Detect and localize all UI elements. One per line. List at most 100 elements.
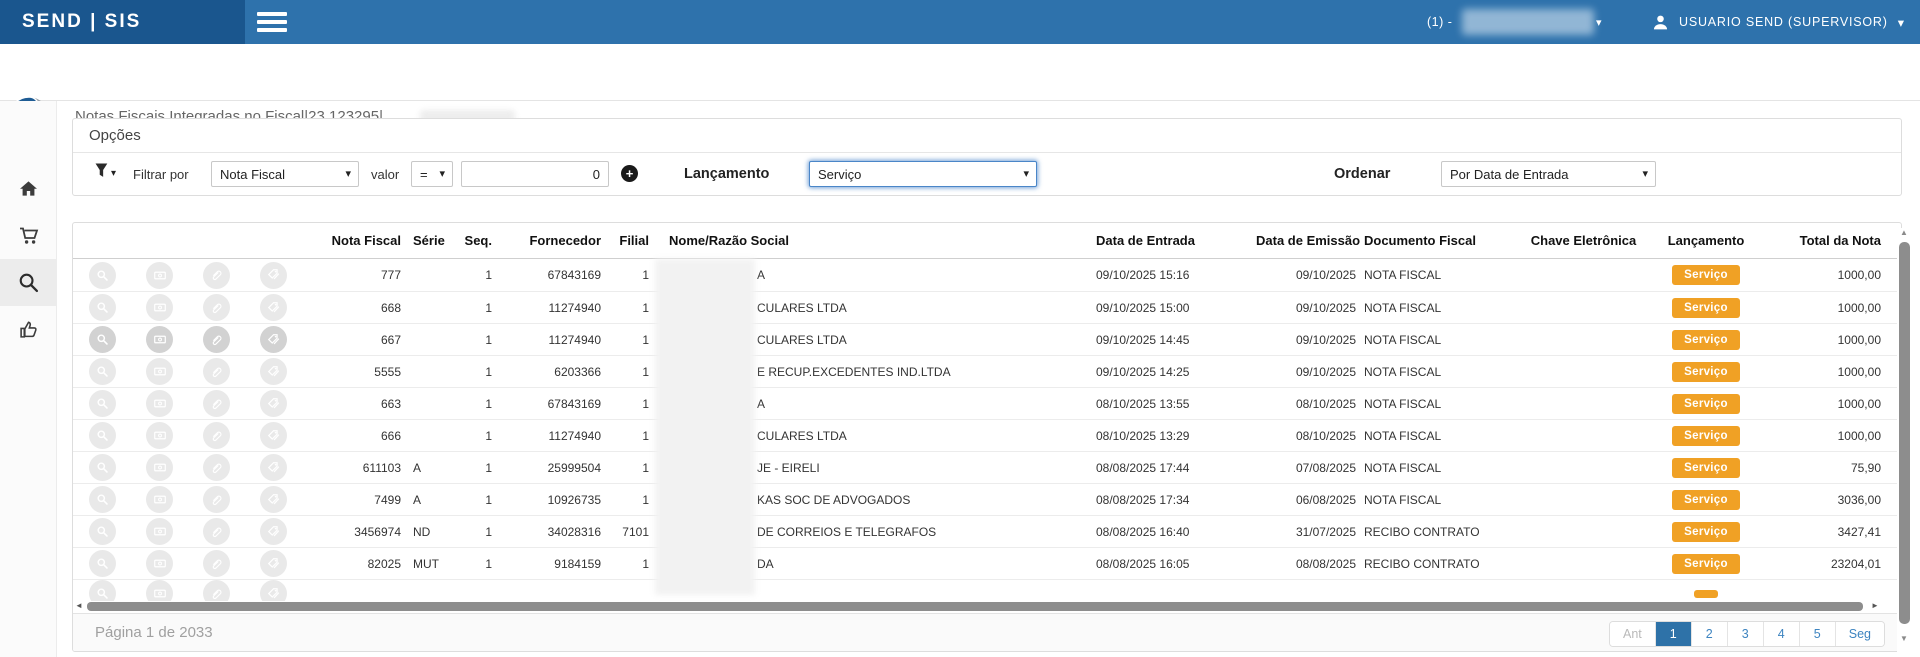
row-tags-icon[interactable] — [260, 390, 287, 417]
lancamento-badge[interactable]: Serviço — [1672, 362, 1740, 382]
add-filter-icon[interactable] — [621, 165, 638, 182]
row-attachment-icon[interactable] — [203, 454, 230, 481]
row-tags-icon[interactable] — [260, 262, 287, 289]
scroll-up-arrow-icon[interactable] — [1900, 228, 1908, 237]
row-attachment-icon[interactable] — [203, 390, 230, 417]
table-row[interactable]: 777 1 67843169 1 A 09/10/2025 15:16 09/1… — [73, 259, 1901, 291]
sidebar-item-cart[interactable] — [0, 212, 57, 259]
vertical-scrollbar-thumb[interactable] — [1899, 242, 1910, 624]
scroll-right-arrow-icon[interactable] — [1871, 601, 1879, 610]
row-attachment-icon[interactable] — [203, 422, 230, 449]
row-tags-icon[interactable] — [260, 358, 287, 385]
hamburger-menu-icon[interactable] — [257, 12, 287, 32]
vertical-scrollbar[interactable] — [1897, 228, 1912, 652]
row-attachment-icon[interactable] — [203, 358, 230, 385]
table-row[interactable]: 3456974 ND 1 34028316 7101 DE CORREIOS E… — [73, 515, 1901, 547]
row-view-icon[interactable] — [89, 550, 116, 577]
row-tags-icon[interactable] — [260, 294, 287, 321]
cell-filial: 1 — [601, 493, 649, 507]
row-view-icon[interactable] — [89, 580, 116, 601]
row-money-icon[interactable] — [146, 518, 173, 545]
row-tags-icon[interactable] — [260, 454, 287, 481]
table-row[interactable]: 663 1 67843169 1 A 08/10/2025 13:55 08/1… — [73, 387, 1901, 419]
table-row-partial[interactable] — [73, 579, 1901, 601]
table-row[interactable]: 611103 A 1 25999504 1 JE - EIRELI 08/08/… — [73, 451, 1901, 483]
sidebar-item-home[interactable] — [0, 165, 57, 212]
lancamento-select[interactable]: Serviço — [809, 161, 1037, 187]
row-tags-icon[interactable] — [260, 326, 287, 353]
row-view-icon[interactable] — [89, 486, 116, 513]
lancamento-badge[interactable]: Serviço — [1672, 330, 1740, 350]
ordenar-select[interactable]: Por Data de Entrada — [1441, 161, 1656, 187]
company-selector[interactable]: (1) - — [1427, 0, 1452, 44]
row-attachment-icon[interactable] — [203, 486, 230, 513]
row-view-icon[interactable] — [89, 294, 116, 321]
row-money-icon[interactable] — [146, 294, 173, 321]
row-tags-icon[interactable] — [260, 518, 287, 545]
filter-field-select[interactable]: Nota Fiscal — [211, 161, 359, 187]
row-view-icon[interactable] — [89, 518, 116, 545]
row-view-icon[interactable] — [89, 326, 116, 353]
row-money-icon[interactable] — [146, 422, 173, 449]
row-attachment-icon[interactable] — [203, 580, 230, 601]
horizontal-scrollbar[interactable] — [73, 601, 1902, 613]
horizontal-scrollbar-thumb[interactable] — [87, 602, 1863, 611]
row-attachment-icon[interactable] — [203, 550, 230, 577]
row-money-icon[interactable] — [146, 550, 173, 577]
filter-menu-button[interactable] — [95, 163, 110, 183]
table-row[interactable]: 5555 1 6203366 1 E RECUP.EXCEDENTES IND.… — [73, 355, 1901, 387]
lancamento-badge[interactable]: Serviço — [1672, 265, 1740, 285]
row-attachment-icon[interactable] — [203, 326, 230, 353]
page-button-5[interactable]: 5 — [1799, 622, 1835, 646]
lancamento-badge[interactable]: Serviço — [1672, 426, 1740, 446]
row-tags-icon[interactable] — [260, 550, 287, 577]
company-prefix: (1) - — [1427, 15, 1452, 29]
page-button-3[interactable]: 3 — [1727, 622, 1763, 646]
row-money-icon[interactable] — [146, 486, 173, 513]
row-view-icon[interactable] — [89, 358, 116, 385]
row-money-icon[interactable] — [146, 390, 173, 417]
lancamento-badge[interactable] — [1694, 590, 1718, 598]
row-money-icon[interactable] — [146, 262, 173, 289]
page-button-2[interactable]: 2 — [1691, 622, 1727, 646]
row-view-icon[interactable] — [89, 422, 116, 449]
row-money-icon[interactable] — [146, 326, 173, 353]
cell-fornecedor: 6203366 — [498, 365, 601, 379]
row-view-icon[interactable] — [89, 390, 116, 417]
scroll-down-arrow-icon[interactable] — [1900, 634, 1908, 643]
operator-select[interactable]: = — [411, 161, 453, 187]
page-button-4[interactable]: 4 — [1763, 622, 1799, 646]
row-view-icon[interactable] — [89, 454, 116, 481]
row-money-icon[interactable] — [146, 580, 173, 601]
row-tags-icon[interactable] — [260, 486, 287, 513]
row-view-icon[interactable] — [89, 262, 116, 289]
row-attachment-icon[interactable] — [203, 294, 230, 321]
lancamento-badge[interactable]: Serviço — [1672, 458, 1740, 478]
table-row[interactable]: 668 1 11274940 1 CULARES LTDA 09/10/2025… — [73, 291, 1901, 323]
lancamento-badge[interactable]: Serviço — [1672, 522, 1740, 542]
row-attachment-icon[interactable] — [203, 518, 230, 545]
lancamento-badge[interactable]: Serviço — [1672, 394, 1740, 414]
lancamento-badge[interactable]: Serviço — [1672, 490, 1740, 510]
chevron-down-icon[interactable] — [1596, 16, 1602, 29]
row-tags-icon[interactable] — [260, 580, 287, 601]
user-menu[interactable]: USUARIO SEND (SUPERVISOR) — [1652, 0, 1905, 44]
row-tags-icon[interactable] — [260, 422, 287, 449]
row-money-icon[interactable] — [146, 358, 173, 385]
row-money-icon[interactable] — [146, 454, 173, 481]
scroll-left-arrow-icon[interactable] — [75, 601, 83, 610]
page-button-seg[interactable]: Seg — [1835, 622, 1884, 646]
lancamento-badge[interactable]: Serviço — [1672, 554, 1740, 574]
table-row[interactable]: 667 1 11274940 1 CULARES LTDA 09/10/2025… — [73, 323, 1901, 355]
value-input[interactable] — [461, 161, 609, 187]
app-brand: SEND | SIS — [22, 11, 141, 33]
lancamento-badge[interactable]: Serviço — [1672, 298, 1740, 318]
pagination: Ant12345Seg — [1609, 621, 1885, 647]
sidebar-item-search[interactable] — [0, 259, 57, 306]
row-attachment-icon[interactable] — [203, 262, 230, 289]
table-row[interactable]: 666 1 11274940 1 CULARES LTDA 08/10/2025… — [73, 419, 1901, 451]
table-row[interactable]: 7499 A 1 10926735 1 KAS SOC DE ADVOGADOS… — [73, 483, 1901, 515]
sidebar-item-like[interactable] — [0, 306, 57, 353]
page-button-1[interactable]: 1 — [1655, 622, 1691, 646]
table-row[interactable]: 82025 MUT 1 9184159 1 DA 08/08/2025 16:0… — [73, 547, 1901, 579]
